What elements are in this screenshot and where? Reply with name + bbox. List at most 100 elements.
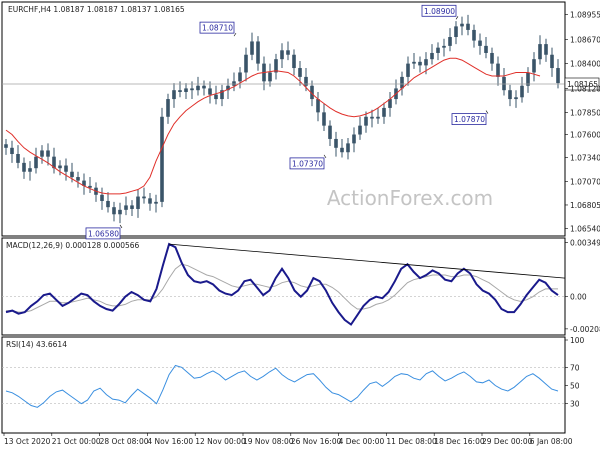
price-tick-label: 1.08400 [570,60,600,69]
candle-body [304,76,308,86]
candle-body [58,165,62,169]
candle-body [172,90,176,100]
candle-body [436,47,440,53]
x-axis-ticks: 13 Oct 2020 21 Oct 00:0028 Oct 08:004 Nov… [3,433,573,446]
annotation-label: 1.07870 [454,115,485,124]
candle-body [106,200,110,208]
price-tick-label: 1.08955 [570,10,600,19]
candle-body [370,116,374,119]
candle-body [490,52,494,64]
rsi-line [5,364,559,408]
candle-body [16,154,20,163]
candle-body [466,23,470,30]
candle-body [40,150,44,157]
candle-body [430,52,434,60]
watermark: ActionForex.com [327,186,493,210]
candle-body [4,144,8,148]
price-tick-label: 1.06805 [570,201,600,210]
candle-body [412,61,416,64]
eurchf-chart: ActionForex.com EURCHF,H4 1.08187 1.0818… [1,1,600,446]
candle-body [154,201,158,204]
candle-body [118,209,122,215]
macd-tick-label: 0.00349 [570,239,600,248]
candle-body [418,61,422,66]
macd-title: MACD(12,26,9) 0.000128 0.000566 [6,241,140,250]
candle-body [250,41,254,55]
x-tick-label: 21 Oct 00:00 [52,437,101,446]
candle-body [10,147,14,155]
price-tick-label: 1.07340 [570,154,600,163]
rsi-lines [2,364,565,408]
candle-body [286,50,290,55]
candle-body [34,156,38,169]
annotation-leader [323,154,327,159]
candle-body [214,94,218,100]
candle-body [502,76,506,91]
candle-body [556,68,560,84]
candle-body [244,54,248,73]
candle-body [424,59,428,66]
x-tick-label: 28 Oct 08:00 [100,437,149,446]
x-tick-label: 6 Jan 08:00 [530,437,573,446]
candle-body [112,207,116,215]
annotation-label: 1.06580 [88,229,119,238]
candle-body [382,107,386,117]
rsi-panel-frame [1,336,566,434]
macd-signal-line [6,263,558,313]
candle-body [358,125,362,135]
candle-body [472,29,476,41]
price-tick-label: 1.07850 [570,108,600,117]
candle-body [190,88,194,91]
candle-body [514,97,518,100]
candle-body [142,196,146,199]
candle-body [88,185,92,188]
rsi-title: RSI(14) 43.6614 [6,340,67,349]
annotation-label: 1.07370 [292,159,323,168]
macd-trendline [169,243,566,279]
candle-body [508,90,512,100]
candle-body [538,44,542,60]
candle-body [136,196,140,209]
candle-body [484,45,488,53]
macd-line [5,242,559,326]
price-axis-ticks: 1.08955 1.08670 1.08400 1.08120 1.07850 1.076… [565,10,600,233]
candle-body [64,165,68,172]
annotation-leader [485,110,489,114]
annotation-label: 1.08900 [424,7,455,16]
annotation-leader [233,32,237,37]
candle-body [298,68,302,77]
candle-body [334,138,338,148]
price-tick-label: 1.06540 [570,224,600,233]
candle-body [340,147,344,153]
candle-body [28,168,32,172]
macd-lines [2,242,566,326]
candle-body [148,198,152,204]
macd-axis-ticks: 0.00349 0.00 -0.002083 [565,239,600,334]
candle-body [328,125,332,139]
rsi-tick-label: 70 [570,363,580,372]
candle-body [478,40,482,46]
candle-body [376,116,380,119]
x-tick-label: 11 Dec 08:00 [386,437,437,446]
candle-body [346,143,350,153]
candle-body [496,63,500,77]
price-tick-label: 1.08120 [570,84,600,93]
candle-body [448,37,452,46]
candle-body [160,116,164,202]
x-tick-label: 4 Nov 16:00 [147,437,193,446]
x-tick-label: 29 Dec 00:00 [482,437,533,446]
candle-body [208,88,212,95]
price-tick-label: 1.08670 [570,36,600,45]
rsi-axis-ticks: 100 70 50 30 [565,336,585,409]
candle-body [46,150,50,157]
price-tick-label: 1.07070 [570,177,600,186]
rsi-tick-label: 100 [570,336,585,345]
candle-body [532,59,536,73]
candle-body [232,81,236,86]
candle-body [196,85,200,91]
candle-body [76,177,80,181]
price-tick-label: 1.07600 [570,131,600,140]
candle-body [550,54,554,69]
candle-body [442,45,446,48]
candle-body [352,134,356,144]
